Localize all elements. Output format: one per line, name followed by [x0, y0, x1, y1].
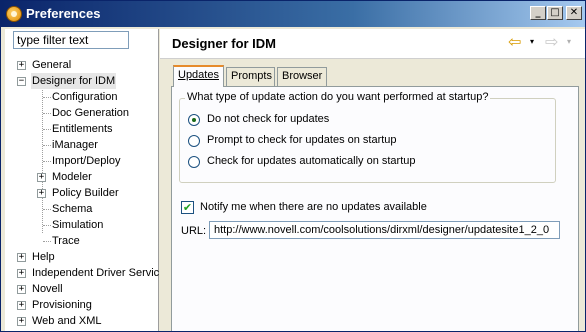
tree-connector — [43, 161, 51, 162]
forward-history-dropdown-icon[interactable]: ▾ — [567, 37, 575, 46]
radio-label: Prompt to check for updates on startup — [207, 134, 397, 146]
tree-item-label: Designer for IDM — [31, 73, 117, 89]
tab-label: Prompts — [231, 70, 272, 82]
tree-item-label: Web and XML — [32, 315, 102, 327]
tree-connector — [43, 97, 51, 98]
maximize-button[interactable]: □ — [547, 6, 563, 20]
tree-item-label: iManager — [52, 139, 98, 151]
tree-item-label: Modeler — [52, 171, 92, 183]
url-label: URL: — [181, 225, 207, 237]
tree-item-label: Independent Driver Servic — [32, 267, 160, 279]
tab-browser[interactable]: Browser — [277, 67, 327, 86]
filter-input[interactable] — [13, 31, 129, 49]
back-arrow-icon[interactable]: ⇦ — [508, 34, 526, 50]
window-title: Preferences — [26, 6, 101, 21]
close-button[interactable]: ✕ — [566, 6, 582, 20]
group-title: What type of update action do you want p… — [185, 91, 491, 103]
tree-item-label: Configuration — [52, 91, 118, 103]
checkbox-label: Notify me when there are no updates avai… — [200, 201, 427, 213]
tab-label: Updates — [178, 69, 219, 81]
update-action-group: What type of update action do you want p… — [179, 91, 556, 183]
expand-icon[interactable]: + — [17, 317, 26, 326]
tree-item-label: Simulation — [52, 219, 104, 231]
tree-item-label: Help — [32, 251, 55, 263]
tree-item-label: Import/Deploy — [52, 155, 121, 167]
tree-connector — [43, 145, 51, 146]
tree-item-label: General — [32, 59, 72, 71]
expand-icon[interactable]: + — [37, 173, 46, 182]
preferences-window: Preferences _ □ ✕ + General − Designer f… — [0, 0, 586, 332]
radio-label: Do not check for updates — [207, 113, 330, 125]
tree-connector — [43, 225, 51, 226]
preference-page: Designer for IDM ⇦ ▾ ⇨ ▾ Updates Prompts… — [160, 29, 585, 331]
page-header: Designer for IDM ⇦ ▾ ⇨ ▾ — [160, 29, 585, 59]
tree-connector — [43, 129, 51, 130]
notify-checkbox[interactable]: ✔ — [181, 201, 194, 214]
app-logo-icon — [6, 6, 22, 22]
tree-item-label: Provisioning — [32, 299, 92, 311]
tab-updates[interactable]: Updates — [173, 65, 224, 87]
radio-label: Check for updates automatically on start… — [207, 155, 416, 167]
back-history-dropdown-icon[interactable]: ▾ — [530, 37, 538, 46]
tree-item-label: Entitlements — [52, 123, 113, 135]
collapse-icon[interactable]: − — [17, 77, 26, 86]
minimize-button[interactable]: _ — [530, 6, 546, 20]
expand-icon[interactable]: + — [17, 253, 26, 262]
updates-tab-panel: What type of update action do you want p… — [171, 86, 579, 331]
radio-button[interactable] — [188, 114, 200, 126]
expand-icon[interactable]: + — [17, 301, 26, 310]
expand-icon[interactable]: + — [17, 285, 26, 294]
tree-item-label: Trace — [52, 235, 80, 247]
tree-item-label: Doc Generation — [52, 107, 130, 119]
tree-item-label: Policy Builder — [52, 187, 119, 199]
tab-prompts[interactable]: Prompts — [226, 67, 275, 86]
tree-connector — [43, 241, 51, 242]
tree-connector — [43, 209, 51, 210]
page-title: Designer for IDM — [172, 36, 277, 51]
preferences-tree-pane: + General − Designer for IDM Configurati… — [5, 29, 160, 331]
tree-guide-line — [42, 81, 43, 233]
update-url-field[interactable]: http://www.novell.com/coolsolutions/dirx… — [209, 221, 560, 239]
radio-button[interactable] — [188, 135, 200, 147]
radio-button[interactable] — [188, 156, 200, 168]
expand-icon[interactable]: + — [17, 61, 26, 70]
title-bar[interactable]: Preferences _ □ ✕ — [1, 1, 585, 27]
tree-item-label: Novell — [32, 283, 63, 295]
forward-arrow-icon[interactable]: ⇨ — [545, 34, 563, 50]
expand-icon[interactable]: + — [17, 269, 26, 278]
tab-label: Browser — [282, 70, 323, 82]
tree-item-label: Schema — [52, 203, 93, 215]
expand-icon[interactable]: + — [37, 189, 46, 198]
tree-connector — [43, 113, 51, 114]
